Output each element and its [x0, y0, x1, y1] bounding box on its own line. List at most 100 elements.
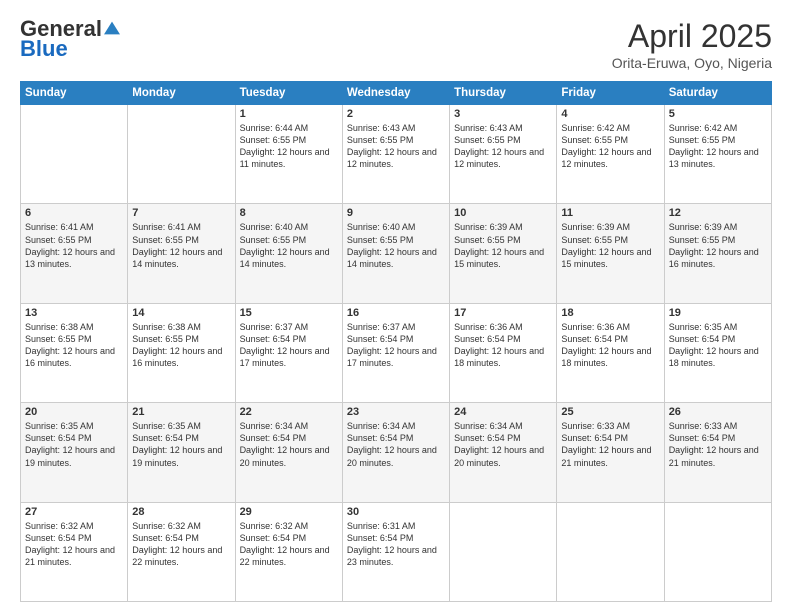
day-number: 14 — [132, 307, 230, 319]
day-info: Sunrise: 6:36 AM Sunset: 6:54 PM Dayligh… — [454, 321, 552, 370]
day-info: Sunrise: 6:42 AM Sunset: 6:55 PM Dayligh… — [669, 122, 767, 171]
day-number: 16 — [347, 307, 445, 319]
day-info: Sunrise: 6:39 AM Sunset: 6:55 PM Dayligh… — [454, 221, 552, 270]
calendar-cell: 1 Sunrise: 6:44 AM Sunset: 6:55 PM Daylig… — [235, 105, 342, 204]
day-number: 19 — [669, 307, 767, 319]
calendar-cell: 21 Sunrise: 6:35 AM Sunset: 6:54 PM Dayli… — [128, 403, 235, 502]
title-block: April 2025 Orita-Eruwa, Oyo, Nigeria — [612, 18, 772, 71]
calendar-header-tuesday: Tuesday — [235, 82, 342, 105]
calendar-cell: 26 Sunrise: 6:33 AM Sunset: 6:54 PM Dayli… — [664, 403, 771, 502]
day-number: 28 — [132, 506, 230, 518]
calendar-cell: 16 Sunrise: 6:37 AM Sunset: 6:54 PM Dayli… — [342, 303, 449, 402]
day-info: Sunrise: 6:37 AM Sunset: 6:54 PM Dayligh… — [347, 321, 445, 370]
day-info: Sunrise: 6:35 AM Sunset: 6:54 PM Dayligh… — [25, 420, 123, 469]
calendar-cell: 20 Sunrise: 6:35 AM Sunset: 6:54 PM Dayli… — [21, 403, 128, 502]
calendar-cell: 14 Sunrise: 6:38 AM Sunset: 6:55 PM Dayli… — [128, 303, 235, 402]
logo-blue: Blue — [20, 36, 68, 62]
calendar-cell: 4 Sunrise: 6:42 AM Sunset: 6:55 PM Daylig… — [557, 105, 664, 204]
day-info: Sunrise: 6:42 AM Sunset: 6:55 PM Dayligh… — [561, 122, 659, 171]
day-number: 20 — [25, 406, 123, 418]
day-info: Sunrise: 6:31 AM Sunset: 6:54 PM Dayligh… — [347, 520, 445, 569]
day-number: 29 — [240, 506, 338, 518]
day-info: Sunrise: 6:34 AM Sunset: 6:54 PM Dayligh… — [454, 420, 552, 469]
calendar-week-1: 1 Sunrise: 6:44 AM Sunset: 6:55 PM Daylig… — [21, 105, 772, 204]
day-number: 15 — [240, 307, 338, 319]
day-number: 3 — [454, 108, 552, 120]
day-info: Sunrise: 6:33 AM Sunset: 6:54 PM Dayligh… — [669, 420, 767, 469]
calendar-week-2: 6Sunrise: 6:41 AM Sunset: 6:55 PM Daylig… — [21, 204, 772, 303]
calendar-cell: 28 Sunrise: 6:32 AM Sunset: 6:54 PM Dayli… — [128, 502, 235, 601]
calendar-cell — [21, 105, 128, 204]
day-info: Sunrise: 6:40 AM Sunset: 6:55 PM Dayligh… — [347, 221, 445, 270]
day-number: 18 — [561, 307, 659, 319]
calendar-header-thursday: Thursday — [450, 82, 557, 105]
calendar-cell: 8 Sunrise: 6:40 AM Sunset: 6:55 PM Daylig… — [235, 204, 342, 303]
title-month: April 2025 — [612, 18, 772, 55]
day-info: Sunrise: 6:37 AM Sunset: 6:54 PM Dayligh… — [240, 321, 338, 370]
calendar-table: SundayMondayTuesdayWednesdayThursdayFrid… — [20, 81, 772, 602]
day-number: 1 — [240, 108, 338, 120]
calendar-cell: 15 Sunrise: 6:37 AM Sunset: 6:54 PM Dayli… — [235, 303, 342, 402]
calendar-cell: 13Sunrise: 6:38 AM Sunset: 6:55 PM Dayli… — [21, 303, 128, 402]
day-info: Sunrise: 6:32 AM Sunset: 6:54 PM Dayligh… — [132, 520, 230, 569]
calendar-header-saturday: Saturday — [664, 82, 771, 105]
calendar-header-monday: Monday — [128, 82, 235, 105]
day-info: Sunrise: 6:40 AM Sunset: 6:55 PM Dayligh… — [240, 221, 338, 270]
day-info: Sunrise: 6:36 AM Sunset: 6:54 PM Dayligh… — [561, 321, 659, 370]
calendar-cell: 18 Sunrise: 6:36 AM Sunset: 6:54 PM Dayli… — [557, 303, 664, 402]
calendar-cell — [557, 502, 664, 601]
day-info: Sunrise: 6:43 AM Sunset: 6:55 PM Dayligh… — [347, 122, 445, 171]
calendar-cell: 7Sunrise: 6:41 AM Sunset: 6:55 PM Daylig… — [128, 204, 235, 303]
day-number: 10 — [454, 207, 552, 219]
day-number: 13 — [25, 307, 123, 319]
day-number: 5 — [669, 108, 767, 120]
day-number: 24 — [454, 406, 552, 418]
day-number: 25 — [561, 406, 659, 418]
day-number: 26 — [669, 406, 767, 418]
calendar-cell: 6Sunrise: 6:41 AM Sunset: 6:55 PM Daylig… — [21, 204, 128, 303]
day-number: 30 — [347, 506, 445, 518]
day-number: 11 — [561, 207, 659, 219]
day-info: Sunrise: 6:44 AM Sunset: 6:55 PM Dayligh… — [240, 122, 338, 171]
calendar-cell: 29Sunrise: 6:32 AM Sunset: 6:54 PM Dayli… — [235, 502, 342, 601]
calendar-cell: 22Sunrise: 6:34 AM Sunset: 6:54 PM Dayli… — [235, 403, 342, 502]
day-number: 4 — [561, 108, 659, 120]
calendar-cell — [128, 105, 235, 204]
day-number: 6 — [25, 207, 123, 219]
calendar-cell: 10 Sunrise: 6:39 AM Sunset: 6:55 PM Dayli… — [450, 204, 557, 303]
calendar-cell: 19 Sunrise: 6:35 AM Sunset: 6:54 PM Dayli… — [664, 303, 771, 402]
day-number: 8 — [240, 207, 338, 219]
calendar-cell: 23Sunrise: 6:34 AM Sunset: 6:54 PM Dayli… — [342, 403, 449, 502]
calendar-cell: 12Sunrise: 6:39 AM Sunset: 6:55 PM Dayli… — [664, 204, 771, 303]
day-number: 7 — [132, 207, 230, 219]
calendar-cell: 30 Sunrise: 6:31 AM Sunset: 6:54 PM Dayli… — [342, 502, 449, 601]
day-number: 21 — [132, 406, 230, 418]
day-info: Sunrise: 6:38 AM Sunset: 6:55 PM Dayligh… — [132, 321, 230, 370]
calendar-cell: 9 Sunrise: 6:40 AM Sunset: 6:55 PM Daylig… — [342, 204, 449, 303]
logo: General Blue — [20, 18, 120, 62]
calendar-cell: 17 Sunrise: 6:36 AM Sunset: 6:54 PM Dayli… — [450, 303, 557, 402]
calendar-cell: 25 Sunrise: 6:33 AM Sunset: 6:54 PM Dayli… — [557, 403, 664, 502]
calendar-week-3: 13 Sunrise: 6:38 AM Sunset: 6:55 PM Dayli… — [21, 303, 772, 402]
calendar-header-wednesday: Wednesday — [342, 82, 449, 105]
day-number: 12 — [669, 207, 767, 219]
calendar-cell: 24 Sunrise: 6:34 AM Sunset: 6:54 PM Dayli… — [450, 403, 557, 502]
day-info: Sunrise: 6:39 AM Sunset: 6:55 PM Dayligh… — [561, 221, 659, 270]
day-number: 9 — [347, 207, 445, 219]
calendar-cell: 27 Sunrise: 6:32 AM Sunset: 6:54 PM Dayli… — [21, 502, 128, 601]
day-info: Sunrise: 6:32 AM Sunset: 6:54 PM Dayligh… — [25, 520, 123, 569]
day-info: Sunrise: 6:33 AM Sunset: 6:54 PM Dayligh… — [561, 420, 659, 469]
calendar-week-4: 20 Sunrise: 6:35 AM Sunset: 6:54 PM Dayli… — [21, 403, 772, 502]
title-location: Orita-Eruwa, Oyo, Nigeria — [612, 55, 772, 71]
page: General Blue April 2025 Orita-Eruwa, Oyo… — [0, 0, 792, 612]
calendar-cell — [450, 502, 557, 601]
calendar-header-friday: Friday — [557, 82, 664, 105]
day-number: 17 — [454, 307, 552, 319]
logo-icon — [104, 20, 120, 36]
calendar-cell: 5 Sunrise: 6:42 AM Sunset: 6:55 PM Daylig… — [664, 105, 771, 204]
header: General Blue April 2025 Orita-Eruwa, Oyo… — [20, 18, 772, 71]
day-info: Sunrise: 6:43 AM Sunset: 6:55 PM Dayligh… — [454, 122, 552, 171]
day-info: Sunrise: 6:35 AM Sunset: 6:54 PM Dayligh… — [132, 420, 230, 469]
day-number: 27 — [25, 506, 123, 518]
day-info: Sunrise: 6:35 AM Sunset: 6:54 PM Dayligh… — [669, 321, 767, 370]
